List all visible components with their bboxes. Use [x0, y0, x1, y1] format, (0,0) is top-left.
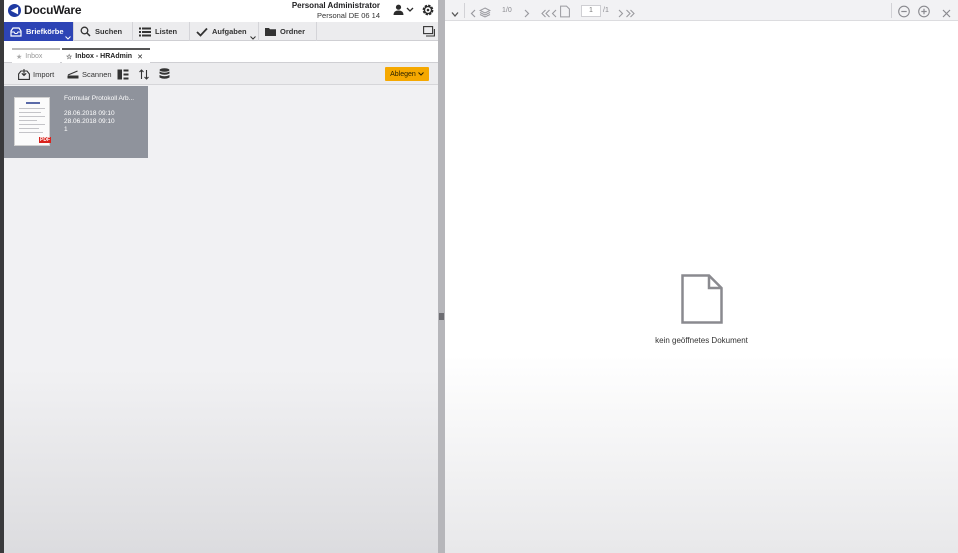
brand-bar: ◀ DocuWare Personal Administrator Person… — [4, 0, 438, 22]
chevron-down-icon — [417, 72, 424, 76]
last-page-icon[interactable] — [626, 6, 635, 21]
doc-tab-label: Inbox - HRAdmin — [75, 53, 133, 60]
import-icon — [18, 68, 30, 80]
docuware-logo[interactable]: ◀ DocuWare — [8, 3, 82, 17]
page-icon — [560, 5, 570, 18]
divider — [464, 3, 465, 18]
inbox-toolbar: Import Scannen Ablegen — [4, 63, 438, 85]
previous-page-icon[interactable] — [551, 6, 557, 21]
scan-label: Scannen — [82, 69, 112, 79]
chevron-down-icon — [406, 7, 414, 12]
page-total: /1 — [603, 7, 609, 14]
document-title: Formular Protokoll Arb... — [64, 95, 135, 102]
page-number-field[interactable] — [581, 3, 601, 18]
document-meta: Formular Protokoll Arb... 28.06.2018 09:… — [64, 95, 146, 134]
tab-ordner[interactable]: Ordner — [259, 22, 317, 41]
tab-label: Suchen — [95, 27, 123, 36]
document-count: 1 — [64, 126, 68, 133]
user-info: Personal Administrator Personal DE 06 14 — [292, 1, 380, 21]
document-list-item[interactable]: PDF Formular Protokoll Arb... 28.06.2018… — [4, 86, 148, 158]
tab-label: Aufgaben — [212, 27, 247, 36]
zoom-in-icon[interactable] — [918, 4, 930, 19]
document-date-stored: 28.06.2018 09:10 — [64, 110, 115, 117]
scanner-icon — [67, 69, 79, 78]
document-viewer: 1/0 /1 — [445, 0, 958, 553]
close-icon[interactable] — [942, 6, 951, 21]
window-icon[interactable] — [423, 26, 435, 37]
document-date-modified: 28.06.2018 09:10 — [64, 118, 115, 125]
tab-suchen[interactable]: Suchen — [74, 22, 133, 41]
page-number-input[interactable] — [581, 4, 601, 17]
chevron-left-icon[interactable] — [470, 6, 476, 21]
chevron-down-icon[interactable] — [250, 36, 256, 40]
docuware-logo-icon: ◀ — [8, 3, 21, 17]
star-outline-icon[interactable]: ☆ — [66, 53, 72, 61]
next-page-icon[interactable] — [618, 6, 624, 21]
pdf-badge: PDF — [39, 137, 51, 143]
zoom-out-icon[interactable] — [898, 4, 910, 19]
first-page-icon[interactable] — [541, 6, 550, 21]
database-icon[interactable] — [159, 68, 170, 80]
check-icon — [196, 27, 208, 37]
import-button[interactable]: Import — [18, 67, 54, 81]
tab-briefkoerbe[interactable]: Briefkörbe — [4, 22, 74, 41]
brand-name: DocuWare — [24, 3, 82, 17]
list-icon — [139, 27, 151, 36]
tab-label: Listen — [155, 27, 178, 36]
chevron-right-icon[interactable] — [524, 6, 530, 21]
sort-icon[interactable] — [139, 69, 149, 80]
user-menu-button[interactable] — [393, 4, 414, 15]
ablegen-label: Ablegen — [390, 70, 416, 78]
empty-viewer-text: kein geöffnetes Dokument — [655, 336, 748, 345]
tab-label: Briefkörbe — [26, 27, 64, 36]
user-org: Personal DE 06 14 — [317, 11, 380, 20]
tab-label: Ordner — [280, 27, 306, 36]
splitter-grip[interactable] — [439, 313, 444, 320]
layers-icon[interactable] — [479, 5, 491, 20]
user-name: Personal Administrator — [291, 1, 380, 10]
tab-listen[interactable]: Listen — [133, 22, 190, 41]
doc-tab-inbox[interactable]: ★ Inbox — [12, 48, 60, 63]
panel-splitter[interactable] — [438, 0, 445, 553]
search-icon — [80, 26, 91, 37]
scan-button[interactable]: Scannen — [67, 67, 112, 81]
empty-viewer-state: kein geöffnetes Dokument — [445, 274, 958, 345]
divider — [891, 3, 892, 18]
inbox-icon — [10, 26, 22, 37]
doc-tab-inbox-hradmin[interactable]: ☆ Inbox - HRAdmin ✕ — [62, 48, 150, 63]
left-panel: ◀ DocuWare Personal Administrator Person… — [0, 0, 438, 553]
doc-tab-label: Inbox — [25, 53, 43, 60]
user-icon — [393, 4, 404, 15]
document-icon — [680, 274, 723, 324]
chevron-down-icon[interactable] — [65, 36, 71, 40]
star-icon[interactable]: ★ — [16, 53, 22, 61]
folder-icon — [265, 28, 276, 36]
import-label: Import — [33, 69, 55, 79]
viewer-toolbar: 1/0 /1 — [445, 0, 958, 21]
document-counter: 1/0 — [502, 7, 512, 14]
document-tab-strip: ★ Inbox ☆ Inbox - HRAdmin ✕ — [4, 41, 438, 63]
view-layout-icon[interactable] — [117, 69, 129, 80]
gear-icon[interactable] — [421, 3, 435, 17]
chevron-down-icon[interactable] — [451, 7, 459, 22]
tab-aufgaben[interactable]: Aufgaben — [190, 22, 259, 41]
main-nav: Briefkörbe Suchen Listen Aufgaben Ordner — [4, 22, 438, 41]
ablegen-button[interactable]: Ablegen — [385, 67, 429, 81]
document-thumbnail: PDF — [14, 97, 51, 146]
close-icon[interactable]: ✕ — [137, 53, 143, 61]
